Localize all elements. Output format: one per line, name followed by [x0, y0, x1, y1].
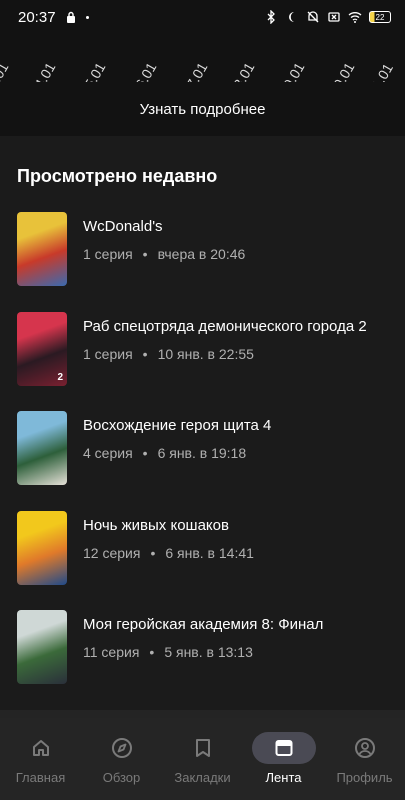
mute-icon [307, 11, 319, 23]
item-title: Ночь живых кошаков [83, 516, 229, 534]
date-tick: 10.01 [326, 59, 358, 82]
item-watched-time: 10 янв. в 22:55 [157, 345, 254, 362]
nav-profile[interactable]: Профиль [324, 718, 405, 785]
status-bar: 20:37 22 [0, 0, 405, 34]
separator-dot: • [149, 644, 155, 660]
bottom-navigation: Главная Обзор Закладки Лента Профиль [0, 718, 405, 800]
item-watched-time: 5 янв. в 13:13 [164, 644, 253, 660]
item-episode: 12 серия [83, 544, 141, 561]
separator-dot: • [150, 544, 156, 561]
poster-image [17, 610, 67, 684]
date-tick: 11.01 [365, 60, 396, 82]
date-tick: 07.01 [179, 59, 211, 82]
nav-label: Закладки [174, 770, 231, 785]
item-title: Раб спецотряда демонического города 2 [83, 317, 367, 335]
lock-icon [66, 11, 75, 23]
separator-dot: • [142, 246, 148, 262]
poster-image [17, 510, 67, 585]
item-title: Восхождение героя щита 4 [83, 417, 272, 434]
status-time: 20:37 [18, 8, 56, 26]
item-watched-time: 6 янв. в 14:41 [165, 544, 254, 561]
item-episode: 1 серия [83, 246, 133, 262]
nav-label: Главная [15, 770, 66, 785]
item-episode: 1 серия [83, 345, 133, 362]
list-item[interactable]: 2 Раб спецотряда демонического города 2 … [0, 311, 405, 412]
nav-label: Лента [265, 770, 302, 785]
bluetooth-icon [267, 10, 275, 24]
feed-icon [275, 740, 292, 756]
date-tick: 08.01 [226, 59, 258, 82]
nav-bookmarks[interactable]: Закладки [162, 718, 243, 785]
date-tick: 03.01 [0, 59, 12, 82]
home-icon [32, 740, 49, 756]
date-tick: 09.01 [276, 59, 308, 82]
separator-dot: • [142, 445, 148, 461]
divider [0, 710, 405, 718]
list-item[interactable]: Восхождение героя щита 4 4 серия • 6 янв. … [0, 411, 405, 511]
item-title: WcDonald's [83, 218, 163, 235]
nav-label: Обзор [102, 770, 141, 785]
date-axis: 03.01 04.01 05.01 06.01 07.01 08.01 09.0… [0, 34, 405, 82]
nav-explore[interactable]: Обзор [81, 718, 162, 785]
date-tick: 05.01 [77, 59, 109, 82]
moon-icon [289, 12, 294, 22]
separator-dot: • [142, 345, 148, 362]
poster-image [17, 212, 67, 286]
bookmark-icon [195, 739, 210, 757]
date-tick: 04.01 [27, 59, 59, 82]
poster-badge: 2 [57, 371, 63, 383]
wifi-icon [348, 12, 362, 23]
nav-label: Профиль [336, 770, 393, 785]
notification-dot-icon [85, 15, 89, 19]
no-sim-icon [328, 12, 340, 22]
item-episode: 4 серия [83, 445, 133, 461]
profile-icon [354, 738, 375, 758]
section-title: Просмотрено недавно [17, 166, 218, 186]
list-item[interactable]: Моя геройская академия 8: Финал 11 серия… [0, 610, 405, 710]
nav-feed[interactable]: Лента [243, 718, 324, 785]
poster-image [17, 411, 67, 485]
list-item[interactable]: WcDonald's 1 серия • вчера в 20:46 [0, 212, 405, 312]
item-title: Моя геройская академия 8: Финал [83, 616, 324, 633]
poster-image: 2 [17, 311, 67, 386]
item-watched-time: вчера в 20:46 [157, 246, 246, 262]
learn-more-link[interactable]: Узнать подробнее [0, 82, 405, 136]
recently-watched-list: WcDonald's 1 серия • вчера в 20:46 2 Раб с… [0, 212, 405, 710]
date-tick: 06.01 [128, 59, 160, 82]
nav-home[interactable]: Главная [0, 718, 81, 785]
battery-icon: 22 [369, 11, 391, 23]
compass-icon [111, 738, 132, 758]
item-watched-time: 6 янв. в 19:18 [157, 445, 247, 461]
list-item[interactable]: Ночь живых кошаков 12 серия • 6 янв. в 14:… [0, 510, 405, 611]
item-episode: 11 серия [83, 644, 140, 660]
